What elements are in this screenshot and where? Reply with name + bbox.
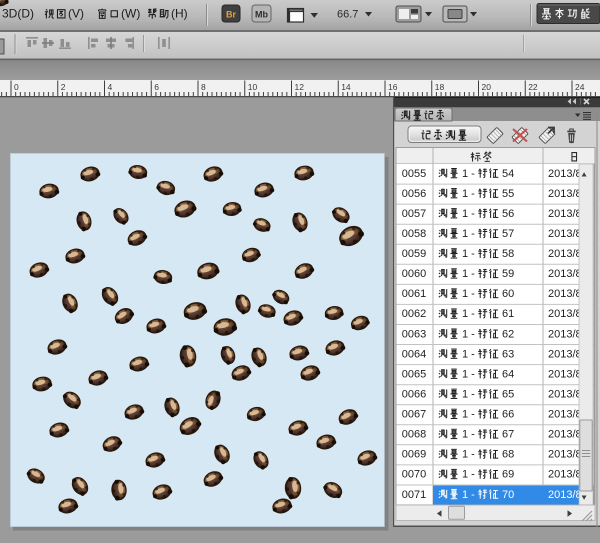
svg-text:56: 56 xyxy=(502,208,514,220)
svg-text:1 -: 1 - xyxy=(462,348,475,360)
svg-text:2013/8: 2013/8 xyxy=(548,248,582,260)
svg-text:61: 61 xyxy=(502,308,514,320)
svg-text:2013/8: 2013/8 xyxy=(548,208,582,220)
svg-text:0056: 0056 xyxy=(402,188,426,200)
svg-text:24: 24 xyxy=(575,82,585,92)
svg-text:(V): (V) xyxy=(68,7,84,21)
svg-text:1 -: 1 - xyxy=(462,168,475,180)
svg-text:1 -: 1 - xyxy=(462,469,475,481)
svg-text:1 -: 1 - xyxy=(462,489,475,501)
svg-text:Br: Br xyxy=(226,10,236,20)
svg-text:Mb: Mb xyxy=(255,10,268,20)
svg-text:(H): (H) xyxy=(171,7,188,21)
svg-text:59: 59 xyxy=(502,268,514,280)
svg-text:14: 14 xyxy=(341,82,351,92)
svg-text:57: 57 xyxy=(502,228,514,240)
svg-text:68: 68 xyxy=(502,449,514,461)
svg-text:2013/8: 2013/8 xyxy=(548,268,582,280)
svg-text:60: 60 xyxy=(502,288,514,300)
svg-text:1 -: 1 - xyxy=(462,389,475,401)
svg-text:1 -: 1 - xyxy=(462,449,475,461)
svg-text:22: 22 xyxy=(528,82,538,92)
svg-text:1 -: 1 - xyxy=(462,409,475,421)
svg-text:58: 58 xyxy=(502,248,514,260)
svg-text:2013/8: 2013/8 xyxy=(548,409,582,421)
svg-text:0068: 0068 xyxy=(402,429,426,441)
svg-text:2013/8: 2013/8 xyxy=(548,348,582,360)
svg-text:8: 8 xyxy=(201,82,206,92)
svg-text:1 -: 1 - xyxy=(462,368,475,380)
svg-text:1 -: 1 - xyxy=(462,429,475,441)
svg-text:0071: 0071 xyxy=(402,489,426,501)
svg-text:54: 54 xyxy=(502,168,514,180)
svg-text:0057: 0057 xyxy=(402,208,426,220)
svg-text:1 -: 1 - xyxy=(462,208,475,220)
svg-text:1 -: 1 - xyxy=(462,328,475,340)
svg-text:0: 0 xyxy=(14,82,19,92)
svg-text:0061: 0061 xyxy=(402,288,426,300)
svg-text:3D(D): 3D(D) xyxy=(2,7,34,21)
svg-text:0055: 0055 xyxy=(402,168,426,180)
svg-text:20: 20 xyxy=(482,82,492,92)
svg-text:18: 18 xyxy=(435,82,445,92)
svg-text:69: 69 xyxy=(502,469,514,481)
svg-text:66: 66 xyxy=(502,409,514,421)
svg-text:2013/8: 2013/8 xyxy=(548,469,582,481)
svg-text:12: 12 xyxy=(295,82,305,92)
svg-text:0058: 0058 xyxy=(402,228,426,240)
svg-text:2013/8: 2013/8 xyxy=(548,308,582,320)
svg-text:1 -: 1 - xyxy=(462,308,475,320)
svg-text:2013/8: 2013/8 xyxy=(548,168,582,180)
svg-text:1 -: 1 - xyxy=(462,288,475,300)
svg-text:2013/8: 2013/8 xyxy=(548,188,582,200)
svg-text:6: 6 xyxy=(154,82,159,92)
svg-text:10: 10 xyxy=(248,82,258,92)
svg-text:2013/8: 2013/8 xyxy=(548,288,582,300)
svg-text:(W): (W) xyxy=(121,7,140,21)
svg-text:2013/8: 2013/8 xyxy=(548,328,582,340)
svg-text:70: 70 xyxy=(502,489,514,501)
svg-text:2013/8: 2013/8 xyxy=(548,489,582,501)
svg-text:0067: 0067 xyxy=(402,409,426,421)
svg-text:0066: 0066 xyxy=(402,389,426,401)
svg-text:2013/8: 2013/8 xyxy=(548,368,582,380)
svg-text:62: 62 xyxy=(502,328,514,340)
svg-text:0060: 0060 xyxy=(402,268,426,280)
svg-text:4: 4 xyxy=(108,82,113,92)
svg-text:1 -: 1 - xyxy=(462,228,475,240)
svg-text:0070: 0070 xyxy=(402,469,426,481)
svg-text:55: 55 xyxy=(502,188,514,200)
svg-text:2013/8: 2013/8 xyxy=(548,449,582,461)
svg-text:65: 65 xyxy=(502,389,514,401)
svg-text:16: 16 xyxy=(388,82,398,92)
svg-text:2013/8: 2013/8 xyxy=(548,389,582,401)
svg-text:0069: 0069 xyxy=(402,449,426,461)
svg-text:63: 63 xyxy=(502,348,514,360)
svg-text:0059: 0059 xyxy=(402,248,426,260)
svg-text:0065: 0065 xyxy=(402,368,426,380)
svg-text:67: 67 xyxy=(502,429,514,441)
svg-text:2013/8: 2013/8 xyxy=(548,228,582,240)
svg-text:0063: 0063 xyxy=(402,328,426,340)
svg-text:64: 64 xyxy=(502,368,514,380)
svg-text:1 -: 1 - xyxy=(462,268,475,280)
svg-text:2: 2 xyxy=(61,82,66,92)
svg-text:1 -: 1 - xyxy=(462,188,475,200)
svg-text:0062: 0062 xyxy=(402,308,426,320)
svg-text:2013/8: 2013/8 xyxy=(548,429,582,441)
svg-text:1 -: 1 - xyxy=(462,248,475,260)
svg-text:0064: 0064 xyxy=(402,348,426,360)
svg-text:66.7: 66.7 xyxy=(337,9,358,21)
